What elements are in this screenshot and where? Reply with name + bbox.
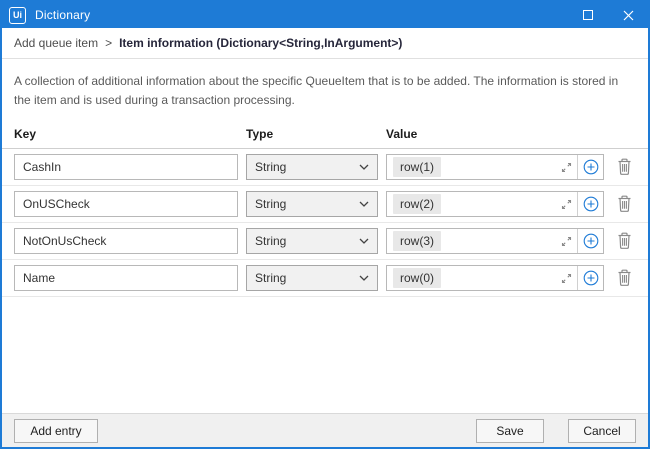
key-field[interactable] <box>14 191 238 217</box>
description-text: A collection of additional information a… <box>2 59 648 119</box>
expand-editor-button[interactable] <box>555 266 577 290</box>
chevron-down-icon <box>359 164 369 170</box>
delete-row-button[interactable] <box>612 154 636 180</box>
type-dropdown[interactable]: String <box>246 265 378 291</box>
expand-editor-button[interactable] <box>555 192 577 216</box>
type-selected-value: String <box>255 234 359 248</box>
chevron-down-icon <box>359 238 369 244</box>
add-value-button[interactable] <box>578 229 603 253</box>
cancel-button[interactable]: Cancel <box>568 419 636 443</box>
expand-icon <box>560 272 573 285</box>
add-value-button[interactable] <box>578 192 603 216</box>
window-title: Dictionary <box>35 8 90 22</box>
type-dropdown[interactable]: String <box>246 154 378 180</box>
value-field[interactable]: row(2) <box>386 191 604 217</box>
maximize-icon <box>583 10 593 20</box>
table-header-row: Key Type Value <box>2 119 648 149</box>
type-selected-value: String <box>255 160 359 174</box>
value-field[interactable]: row(0) <box>386 265 604 291</box>
breadcrumb-parent[interactable]: Add queue item <box>14 36 98 50</box>
table-row: String row(1) <box>2 149 648 186</box>
chevron-down-icon <box>359 201 369 207</box>
close-button[interactable] <box>608 2 648 28</box>
table-row: String row(0) <box>2 260 648 297</box>
trash-icon <box>617 232 632 250</box>
type-dropdown[interactable]: String <box>246 191 378 217</box>
value-field[interactable]: row(3) <box>386 228 604 254</box>
key-field[interactable] <box>14 228 238 254</box>
plus-circle-icon <box>583 196 599 212</box>
value-token: row(1) <box>393 157 441 177</box>
expand-icon <box>560 198 573 211</box>
uipath-logo-icon: Ui <box>9 7 26 24</box>
trash-icon <box>617 269 632 287</box>
header-value: Value <box>386 127 604 141</box>
key-field[interactable] <box>14 154 238 180</box>
breadcrumb: Add queue item > Item information (Dicti… <box>2 28 648 59</box>
add-value-button[interactable] <box>578 266 603 290</box>
value-token: row(0) <box>393 268 441 288</box>
table-row: String row(2) <box>2 186 648 223</box>
value-field[interactable]: row(1) <box>386 154 604 180</box>
plus-circle-icon <box>583 159 599 175</box>
dictionary-dialog: Ui Dictionary Add queue item > Item info… <box>0 0 650 449</box>
header-key: Key <box>14 127 238 141</box>
type-selected-value: String <box>255 271 359 285</box>
trash-icon <box>617 158 632 176</box>
add-value-button[interactable] <box>578 155 603 179</box>
title-bar: Ui Dictionary <box>2 2 648 28</box>
header-type: Type <box>246 127 378 141</box>
maximize-button[interactable] <box>568 2 608 28</box>
type-selected-value: String <box>255 197 359 211</box>
table-row: String row(3) <box>2 223 648 260</box>
breadcrumb-separator: > <box>105 36 112 50</box>
value-token: row(3) <box>393 231 441 251</box>
add-entry-button[interactable]: Add entry <box>14 419 98 443</box>
expand-icon <box>560 161 573 174</box>
save-button[interactable]: Save <box>476 419 544 443</box>
breadcrumb-current: Item information (Dictionary<String,InAr… <box>119 36 402 50</box>
plus-circle-icon <box>583 233 599 249</box>
chevron-down-icon <box>359 275 369 281</box>
trash-icon <box>617 195 632 213</box>
expand-editor-button[interactable] <box>555 155 577 179</box>
expand-icon <box>560 235 573 248</box>
delete-row-button[interactable] <box>612 265 636 291</box>
plus-circle-icon <box>583 270 599 286</box>
type-dropdown[interactable]: String <box>246 228 378 254</box>
footer-bar: Add entry Save Cancel <box>2 413 648 447</box>
delete-row-button[interactable] <box>612 228 636 254</box>
expand-editor-button[interactable] <box>555 229 577 253</box>
delete-row-button[interactable] <box>612 191 636 217</box>
empty-area <box>2 297 648 413</box>
value-token: row(2) <box>393 194 441 214</box>
close-icon <box>623 10 634 21</box>
key-field[interactable] <box>14 265 238 291</box>
